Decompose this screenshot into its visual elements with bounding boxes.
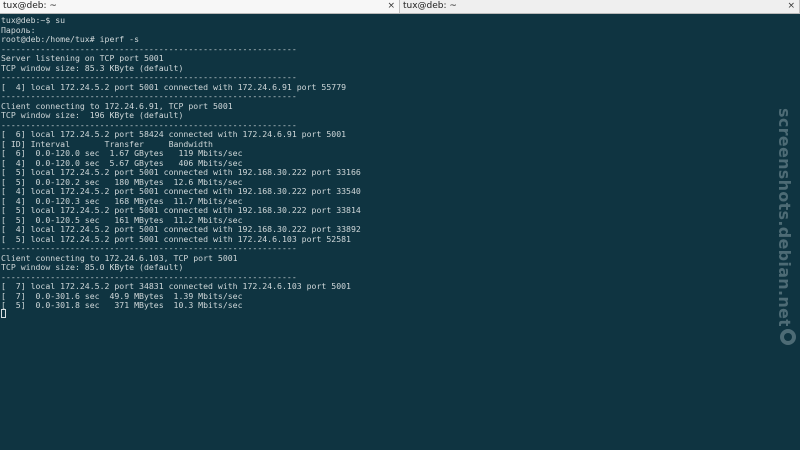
terminal-line: [ 7] local 172.24.5.2 port 34831 connect… — [1, 281, 351, 291]
watermark-text: screenshots.debian.net — [775, 108, 794, 326]
terminal-line: [ 6] local 172.24.5.2 port 58424 connect… — [1, 129, 347, 139]
close-icon[interactable]: × — [387, 1, 395, 12]
terminal-line: [ 4] local 172.24.5.2 port 5001 connecte… — [1, 186, 361, 196]
terminal-line: [ 5] local 172.24.5.2 port 5001 connecte… — [1, 167, 361, 177]
terminal-line: [ 5] local 172.24.5.2 port 5001 connecte… — [1, 205, 361, 215]
watermark: screenshots.debian.net — [775, 108, 797, 326]
terminal-line: [ 4] local 172.24.5.2 port 5001 connecte… — [1, 224, 361, 234]
terminal-view[interactable]: tux@deb:~$ su Пароль: root@deb:/home/tux… — [0, 14, 800, 450]
terminal-line: [ 6] 0.0-120.0 sec 1.67 GBytes 119 Mbits… — [1, 148, 243, 158]
tab-bar: tux@deb: ~ × tux@deb: ~ × — [0, 0, 800, 14]
close-icon[interactable]: × — [787, 1, 795, 12]
terminal-line: tux@deb:~$ su — [1, 15, 66, 25]
terminal-line: ----------------------------------------… — [1, 91, 297, 101]
terminal-line: [ 5] 0.0-301.8 sec 371 MBytes 10.3 Mbits… — [1, 300, 243, 310]
terminal-cursor — [1, 309, 6, 318]
tab-title-left: tux@deb: ~ — [3, 1, 57, 11]
tab-left[interactable]: tux@deb: ~ × — [0, 0, 400, 13]
tab-right[interactable]: tux@deb: ~ × — [400, 0, 800, 13]
terminal-line: TCP window size: 85.0 KByte (default) — [1, 262, 184, 272]
terminal-line: root@deb:/home/tux# iperf -s — [1, 34, 140, 44]
terminal-line: ----------------------------------------… — [1, 243, 297, 253]
terminal-line: Server listening on TCP port 5001 — [1, 53, 164, 63]
debian-logo-icon — [780, 329, 796, 345]
tab-title-right: tux@deb: ~ — [403, 1, 457, 11]
terminal-line: ----------------------------------------… — [1, 72, 297, 82]
terminal-line: TCP window size: 196 KByte (default) — [1, 110, 184, 120]
